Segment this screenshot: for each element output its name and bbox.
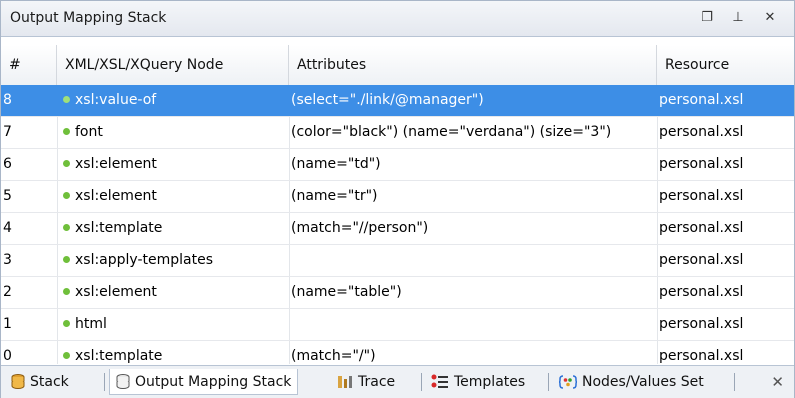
row-number: 6 — [3, 156, 12, 172]
row-number: 1 — [3, 316, 12, 332]
attributes-cell — [289, 309, 657, 340]
tab-trace[interactable]: Trace — [331, 369, 401, 395]
resource-cell: personal.xsl — [659, 124, 744, 140]
node-cell: font — [57, 117, 289, 148]
trace-icon — [338, 376, 352, 388]
stack-icon — [11, 374, 25, 390]
table-row[interactable]: 7 font (color="black") (name="verdana") (s… — [1, 117, 794, 149]
node-cell: xsl:value-of — [57, 85, 289, 116]
node-dot-icon — [63, 288, 70, 295]
row-number: 5 — [3, 188, 12, 204]
tab-nodes-values-set[interactable]: Nodes/Values Set — [553, 369, 710, 395]
row-number: 7 — [3, 124, 12, 140]
tab-label: Nodes/Values Set — [582, 374, 704, 390]
close-icon[interactable]: ✕ — [761, 9, 779, 27]
tab-stack[interactable]: Stack — [5, 369, 75, 395]
resource-cell: personal.xsl — [659, 156, 744, 172]
node-name: font — [75, 124, 103, 140]
tab-label: Trace — [358, 374, 396, 390]
tab-label: Templates — [454, 374, 526, 390]
bottom-tab-bar: Stack Output Mapping Stack Trace Templat… — [1, 365, 794, 398]
node-dot-icon — [63, 224, 70, 231]
node-dot-icon — [63, 192, 70, 199]
tab-output-mapping-stack[interactable]: Output Mapping Stack — [109, 369, 299, 395]
node-name: html — [75, 316, 107, 332]
resource-cell: personal.xsl — [659, 252, 744, 268]
pin-icon[interactable]: ⊥ — [729, 9, 747, 27]
restore-icon[interactable]: ❐ — [698, 9, 716, 27]
tab-label: Stack — [30, 374, 69, 390]
row-number: 3 — [3, 252, 12, 268]
tab-templates[interactable]: Templates — [425, 369, 531, 395]
node-dot-icon — [63, 160, 70, 167]
table-row[interactable]: 3 xsl:apply-templates personal.xsl — [1, 245, 794, 277]
attributes-cell: (name="td") — [291, 156, 381, 172]
node-cell: xsl:element — [57, 277, 289, 308]
node-cell: html — [57, 309, 289, 340]
tab-label: Output Mapping Stack — [135, 374, 292, 390]
nodes-values-set-icon — [559, 375, 577, 389]
node-dot-icon — [63, 256, 70, 263]
templates-icon — [431, 374, 448, 388]
table-row[interactable]: 2 xsl:element (name="table") personal.xsl — [1, 277, 794, 309]
table-body: 8 xsl:value-of (select="./link/@manager") p… — [1, 85, 794, 373]
output-mapping-stack-icon — [116, 374, 130, 390]
node-cell: xsl:apply-templates — [57, 245, 289, 276]
resource-cell: personal.xsl — [659, 316, 744, 332]
node-cell: xsl:template — [57, 213, 289, 244]
attributes-cell: (name="tr") — [291, 188, 378, 204]
column-header-attributes[interactable]: Attributes — [289, 45, 657, 85]
attributes-cell — [289, 245, 657, 276]
node-dot-icon — [63, 96, 70, 103]
node-dot-icon — [63, 352, 70, 359]
table-row[interactable]: 6 xsl:element (name="td") personal.xsl — [1, 149, 794, 181]
node-cell: xsl:element — [57, 181, 289, 212]
close-tab-icon[interactable]: ✕ — [771, 369, 784, 395]
output-mapping-stack-panel: Output Mapping Stack ❐ ⊥ ✕ # XML/XSL/XQu… — [0, 0, 795, 398]
node-name: xsl:template — [75, 348, 163, 364]
node-name: xsl:value-of — [75, 92, 157, 108]
row-number: 2 — [3, 284, 12, 300]
column-header-node[interactable]: XML/XSL/XQuery Node — [57, 45, 289, 85]
node-name: xsl:element — [75, 284, 157, 300]
node-cell: xsl:element — [57, 149, 289, 180]
node-name: xsl:template — [75, 220, 163, 236]
table-row[interactable]: 1 html personal.xsl — [1, 309, 794, 341]
attributes-cell: (color="black") (name="verdana") (size="… — [291, 124, 612, 140]
attributes-cell: (select="./link/@manager") — [291, 92, 484, 108]
node-name: xsl:apply-templates — [75, 252, 214, 268]
tab-divider — [421, 373, 422, 391]
table-row[interactable]: 4 xsl:template (match="//person") personal.… — [1, 213, 794, 245]
row-number: 8 — [3, 92, 12, 108]
attributes-cell: (name="table") — [291, 284, 402, 300]
tab-divider — [734, 373, 735, 391]
panel-titlebar: Output Mapping Stack ❐ ⊥ ✕ — [1, 1, 794, 37]
table-row[interactable]: 8 xsl:value-of (select="./link/@manager") p… — [1, 85, 794, 117]
resource-cell: personal.xsl — [659, 188, 744, 204]
node-dot-icon — [63, 320, 70, 327]
resource-cell: personal.xsl — [659, 220, 744, 236]
node-name: xsl:element — [75, 188, 157, 204]
panel-title: Output Mapping Stack — [10, 10, 167, 26]
row-number: 4 — [3, 220, 12, 236]
tab-divider — [104, 373, 105, 391]
node-dot-icon — [63, 128, 70, 135]
attributes-cell: (match="//person") — [291, 220, 429, 236]
column-header-resource[interactable]: Resource — [657, 45, 794, 85]
table-row[interactable]: 5 xsl:element (name="tr") personal.xsl — [1, 181, 794, 213]
node-name: xsl:element — [75, 156, 157, 172]
tab-divider — [548, 373, 549, 391]
table-header: # XML/XSL/XQuery Node Attributes Resourc… — [1, 45, 794, 86]
column-header-number[interactable]: # — [1, 45, 57, 85]
resource-cell: personal.xsl — [659, 92, 744, 108]
resource-cell: personal.xsl — [659, 284, 744, 300]
